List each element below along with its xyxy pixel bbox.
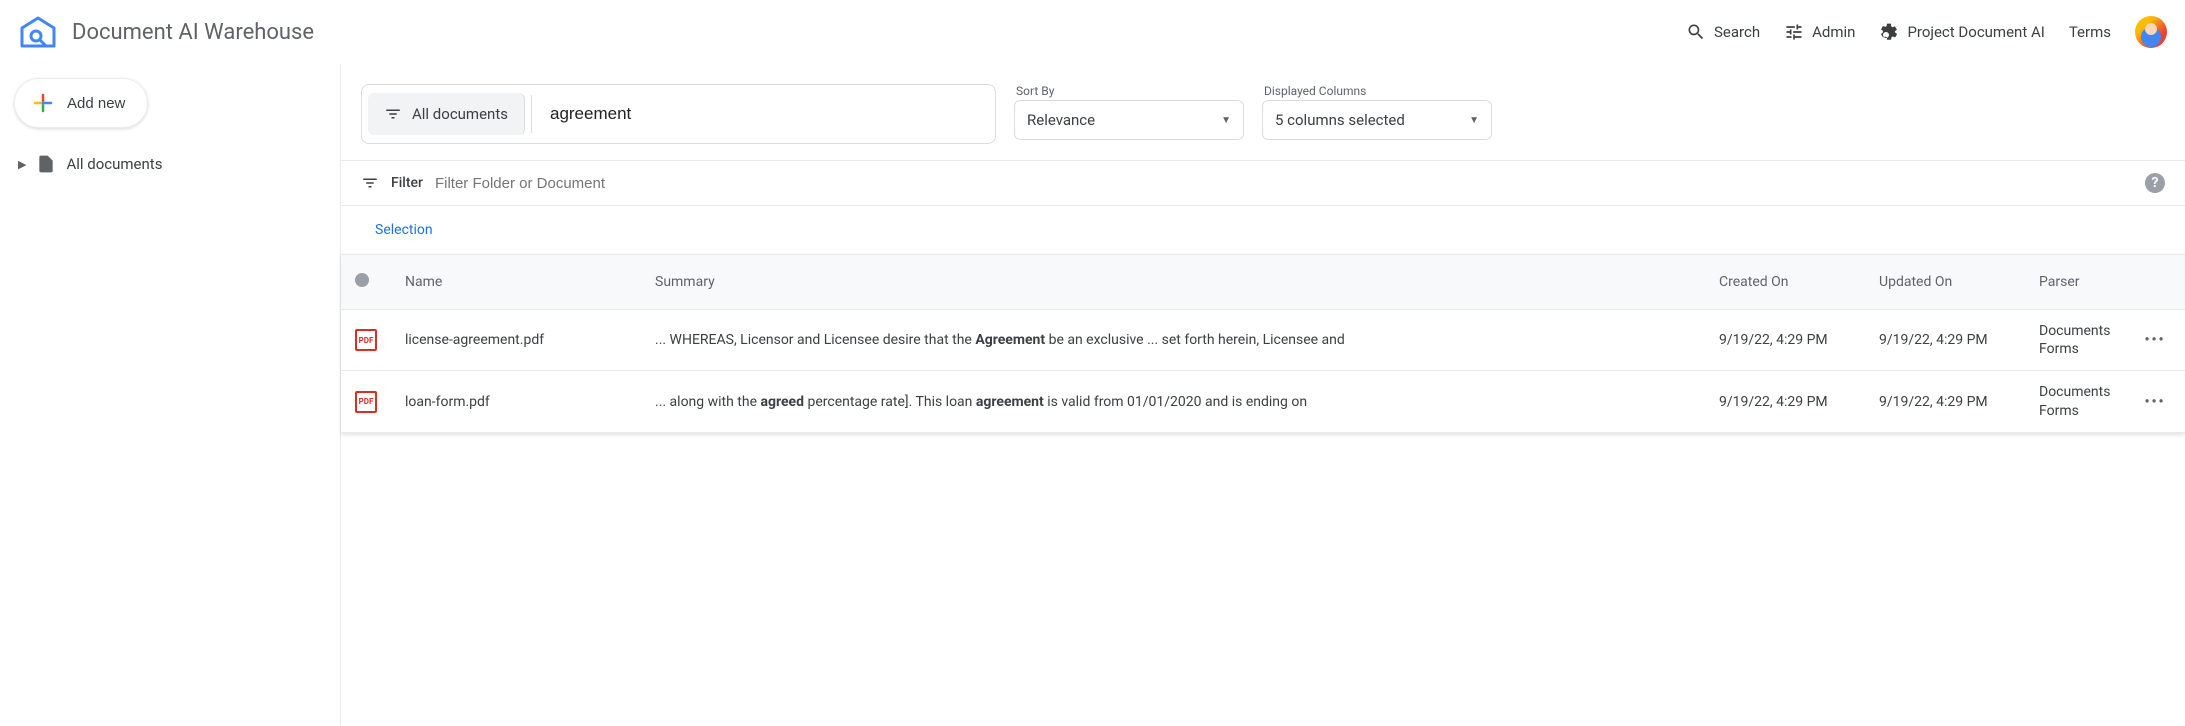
row-created: 9/19/22, 4:29 PM xyxy=(1705,310,1865,371)
row-updated: 9/19/22, 4:29 PM xyxy=(1865,371,2025,432)
app-title: Document AI Warehouse xyxy=(72,20,314,45)
filter-icon xyxy=(361,174,379,192)
search-scope-label: All documents xyxy=(412,105,508,123)
col-header-name[interactable]: Name xyxy=(391,255,641,310)
col-header-created[interactable]: Created On xyxy=(1705,255,1865,310)
search-input[interactable] xyxy=(532,85,995,143)
nav-project[interactable]: Project Document AI xyxy=(1879,22,2044,42)
nav-terms-label: Terms xyxy=(2069,23,2111,41)
displayed-columns-value: 5 columns selected xyxy=(1275,111,1405,129)
row-more-button[interactable]: ••• xyxy=(2144,394,2165,410)
app-logo-icon xyxy=(18,14,58,50)
filter-row: Filter ? xyxy=(341,160,2185,206)
sort-by-label: Sort By xyxy=(1014,84,1244,98)
row-more-button[interactable]: ••• xyxy=(2144,332,2165,348)
sidebar-item-all-documents[interactable]: ▶ All documents xyxy=(10,148,330,180)
sort-by-value: Relevance xyxy=(1027,111,1095,129)
main-content: All documents Sort By Relevance ▼ Displa… xyxy=(340,64,2185,726)
col-header-parser[interactable]: Parser xyxy=(2025,255,2125,310)
row-name-cell[interactable]: license-agreement.pdf xyxy=(391,310,641,371)
header-right: Search Admin Project Document AI Terms xyxy=(1686,16,2167,48)
app-header: Document AI Warehouse Search Admin Proje… xyxy=(0,0,2185,64)
col-header-summary[interactable]: Summary xyxy=(641,255,1705,310)
pdf-icon: PDF xyxy=(355,391,377,413)
displayed-columns-select[interactable]: 5 columns selected ▼ xyxy=(1262,100,1492,140)
row-name-cell[interactable]: loan-form.pdf xyxy=(391,371,641,432)
displayed-columns-label: Displayed Columns xyxy=(1262,84,1492,98)
filter-label: Filter xyxy=(391,175,423,191)
caret-right-icon: ▶ xyxy=(18,158,26,171)
sidebar-all-docs-label: All documents xyxy=(66,155,162,173)
nav-terms[interactable]: Terms xyxy=(2069,23,2111,41)
chevron-down-icon: ▼ xyxy=(1469,115,1479,126)
filter-input[interactable] xyxy=(435,175,2133,192)
search-scope-chip[interactable]: All documents xyxy=(368,93,525,135)
filter-list-icon xyxy=(384,105,402,123)
gear-icon xyxy=(1879,22,1899,42)
add-new-label: Add new xyxy=(67,95,125,112)
row-updated: 9/19/22, 4:29 PM xyxy=(1865,310,2025,371)
tab-selection[interactable]: Selection xyxy=(361,206,447,254)
row-created: 9/19/22, 4:29 PM xyxy=(1705,371,1865,432)
nav-search-label: Search xyxy=(1714,23,1760,41)
chevron-down-icon: ▼ xyxy=(1221,115,1231,126)
row-summary: ... along with the agreed percentage rat… xyxy=(641,371,1705,432)
file-name: license-agreement.pdf xyxy=(405,332,544,348)
col-header-updated[interactable]: Updated On xyxy=(1865,255,2025,310)
file-name: loan-form.pdf xyxy=(405,394,490,410)
document-icon xyxy=(36,154,56,174)
nav-admin-label: Admin xyxy=(1812,23,1855,41)
select-all-header[interactable] xyxy=(341,255,391,310)
table-header-row: Name Summary Created On Updated On Parse… xyxy=(341,255,2185,310)
controls-row: All documents Sort By Relevance ▼ Displa… xyxy=(341,64,2185,160)
help-icon[interactable]: ? xyxy=(2145,173,2165,193)
results-table: Name Summary Created On Updated On Parse… xyxy=(341,254,2185,433)
tabs: Selection xyxy=(341,206,2185,254)
sidebar: Add new ▶ All documents xyxy=(0,64,340,726)
search-icon xyxy=(1686,22,1706,42)
user-avatar[interactable] xyxy=(2135,16,2167,48)
row-parser: Documents Forms xyxy=(2025,371,2125,432)
tune-icon xyxy=(1784,22,1804,42)
header-left: Document AI Warehouse xyxy=(18,14,314,50)
row-select[interactable]: PDF xyxy=(341,371,391,432)
row-select[interactable]: PDF xyxy=(341,310,391,371)
sort-by-select[interactable]: Relevance ▼ xyxy=(1014,100,1244,140)
sort-by-group: Sort By Relevance ▼ xyxy=(1014,84,1244,140)
nav-project-label: Project Document AI xyxy=(1907,23,2044,41)
nav-search[interactable]: Search xyxy=(1686,22,1760,42)
add-new-button[interactable]: Add new xyxy=(14,78,148,128)
layout: Add new ▶ All documents All documents So… xyxy=(0,64,2185,726)
pdf-icon: PDF xyxy=(355,329,377,351)
displayed-columns-group: Displayed Columns 5 columns selected ▼ xyxy=(1262,84,1492,140)
table-row[interactable]: PDF loan-form.pdf ... along with the agr… xyxy=(341,371,2185,432)
table-row[interactable]: PDF license-agreement.pdf ... WHEREAS, L… xyxy=(341,310,2185,371)
row-parser: Documents Forms xyxy=(2025,310,2125,371)
nav-admin[interactable]: Admin xyxy=(1784,22,1855,42)
plus-icon xyxy=(31,91,55,115)
col-header-actions xyxy=(2125,255,2185,310)
search-bar: All documents xyxy=(361,84,996,144)
row-summary: ... WHEREAS, Licensor and Licensee desir… xyxy=(641,310,1705,371)
